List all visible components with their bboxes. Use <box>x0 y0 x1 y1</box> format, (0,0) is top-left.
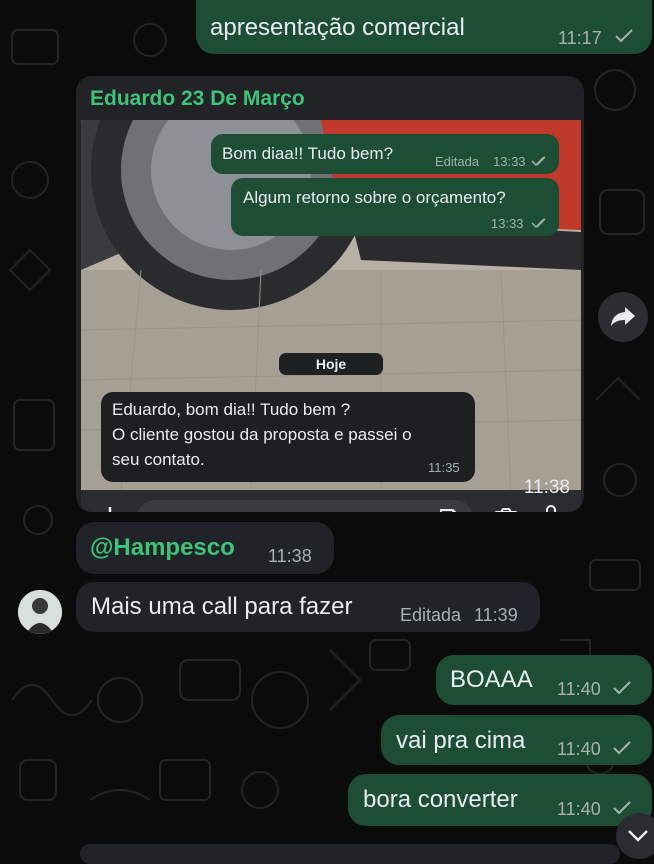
outgoing-message[interactable]: bora converter 11:40 <box>348 774 652 826</box>
incoming-message[interactable]: Mais uma call para fazer Editada 11:39 <box>76 582 540 632</box>
inner-message-time: 13:33 <box>493 154 526 169</box>
inner-incoming-message: Eduardo, bom dia!! Tudo bem ? O cliente … <box>101 392 475 482</box>
inner-input-bar <box>81 490 581 512</box>
outgoing-message[interactable]: BOAAA 11:40 <box>436 655 652 705</box>
message-time: 11:17 <box>558 28 602 48</box>
sender-name: Eduardo 23 De Março <box>90 87 305 110</box>
sticker-icon <box>440 509 457 512</box>
inner-message-input <box>137 500 473 512</box>
message-time: 11:40 <box>557 799 601 819</box>
message-time: 11:39 <box>474 605 518 625</box>
double-check-icon <box>531 218 546 229</box>
inner-message-line: seu contato. <box>112 450 205 469</box>
message-text: bora converter <box>363 786 518 813</box>
message-text: vai pra cima <box>396 727 526 754</box>
check-icon <box>615 29 633 43</box>
message-time: 11:38 <box>268 546 312 566</box>
message-text: apresentação comercial <box>210 14 465 41</box>
camera-icon <box>494 508 518 512</box>
message-text: Mais uma call para fazer <box>91 593 353 620</box>
mention-link[interactable]: @Hampesco <box>90 534 235 562</box>
outgoing-message-top[interactable]: apresentação comercial 11:17 <box>196 0 652 54</box>
screenshot-image[interactable]: Bom diaa!! Tudo bem? Editada 13:33 Algum… <box>81 120 581 492</box>
message-time: 11:40 <box>557 679 601 699</box>
message-text: BOAAA <box>450 666 533 693</box>
person-avatar-image <box>18 590 62 634</box>
message-time: 11:38 <box>523 477 570 498</box>
inner-outgoing-message-1: Bom diaa!! Tudo bem? Editada 13:33 <box>211 134 559 174</box>
inner-message-line: O cliente gostou da proposta e passei o <box>112 425 412 444</box>
inner-message-time: 13:33 <box>491 216 524 231</box>
date-divider: Hoje <box>279 353 383 375</box>
chevron-down-icon <box>628 830 648 842</box>
forwarded-image-message[interactable]: Eduardo 23 De Março Bom diaa!! Tudo bem? <box>76 76 584 512</box>
plus-icon <box>108 507 112 512</box>
inner-message-line: Eduardo, bom dia!! Tudo bem ? <box>112 400 351 419</box>
message-time: 11:40 <box>557 739 601 759</box>
forward-button[interactable] <box>598 292 648 342</box>
mention-message[interactable]: @Hampesco 11:38 <box>76 522 334 574</box>
edited-label: Editada <box>400 605 462 625</box>
scroll-down-button[interactable] <box>616 813 654 859</box>
check-icon <box>613 681 631 695</box>
inner-edited-label: Editada <box>435 154 480 169</box>
double-check-icon <box>531 156 546 167</box>
partial-message <box>80 844 620 864</box>
inner-outgoing-message-2: Algum retorno sobre o orçamento? 13:33 <box>231 178 559 236</box>
inner-message-text: Algum retorno sobre o orçamento? <box>243 188 506 207</box>
check-icon <box>613 741 631 755</box>
avatar[interactable] <box>18 590 62 634</box>
microphone-icon <box>546 505 556 512</box>
check-icon <box>613 801 631 815</box>
outgoing-message[interactable]: vai pra cima 11:40 <box>381 715 652 765</box>
inner-message-text: Bom diaa!! Tudo bem? <box>222 144 394 163</box>
inner-message-time: 11:35 <box>428 460 460 475</box>
forward-arrow-icon <box>611 307 635 326</box>
